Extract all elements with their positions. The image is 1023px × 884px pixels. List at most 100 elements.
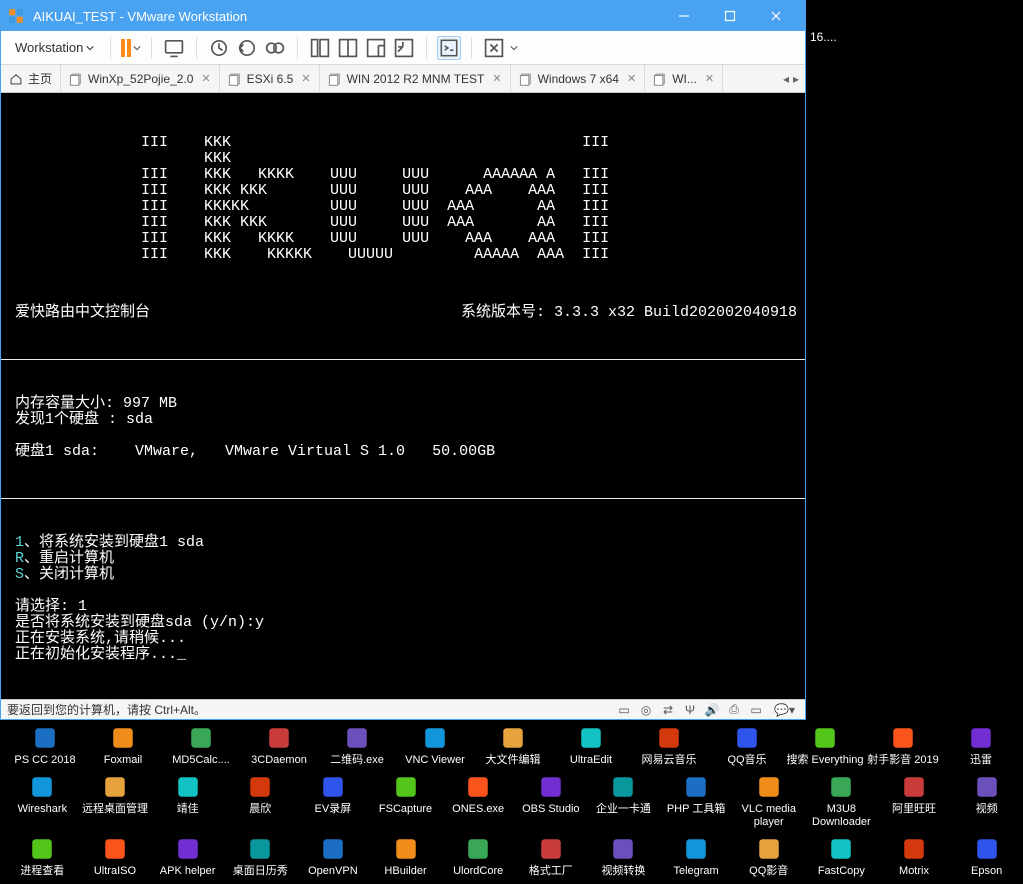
opt2-key: R xyxy=(15,550,24,567)
desktop-icon[interactable]: PS CC 2018 xyxy=(6,724,84,767)
system-info: 内存容量大小: 997 MB 发现1个硬盘 : sda 硬盘1 sda: VMw… xyxy=(1,392,805,466)
desktop-icon[interactable]: UltraEdit xyxy=(552,724,630,767)
desktop-icon[interactable]: M3U8 Downloader xyxy=(805,773,878,829)
workstation-menu[interactable]: Workstation xyxy=(9,36,100,59)
tab-home[interactable]: 主页 xyxy=(1,65,61,92)
desktop-icon[interactable]: Motrix xyxy=(878,835,951,878)
desktop-icon[interactable]: VLC media player xyxy=(732,773,805,829)
minimize-button[interactable] xyxy=(661,1,707,31)
desktop-icon[interactable]: VNC Viewer xyxy=(396,724,474,767)
fullscreen-button[interactable] xyxy=(482,36,506,60)
separator xyxy=(426,37,427,59)
app-icon xyxy=(101,773,129,801)
desktop-icon[interactable]: Foxmail xyxy=(84,724,162,767)
desktop-icon[interactable]: UlordCore xyxy=(442,835,515,878)
tab-label: WIN 2012 R2 MNM TEST xyxy=(347,72,485,86)
desktop-icon[interactable]: Wireshark xyxy=(6,773,79,829)
desktop-icon[interactable]: Telegram xyxy=(660,835,733,878)
desktop-icon[interactable]: 大文件编辑 xyxy=(474,724,552,767)
desktop-icon-label: Wireshark xyxy=(18,803,68,816)
close-icon[interactable]: ✕ xyxy=(492,72,501,85)
tab-vm-3[interactable]: Windows 7 x64✕ xyxy=(511,65,646,92)
manage-snapshot-button[interactable] xyxy=(263,36,287,60)
desktop-icon-label: FastCopy xyxy=(818,865,865,878)
tab-vm-2[interactable]: WIN 2012 R2 MNM TEST ✕ xyxy=(320,65,511,92)
vmware-logo-icon xyxy=(7,7,25,25)
desktop-icon[interactable]: 格式工厂 xyxy=(514,835,587,878)
layout3-button[interactable] xyxy=(364,36,388,60)
desktop-icon[interactable]: APK helper xyxy=(151,835,224,878)
layout1-button[interactable] xyxy=(308,36,332,60)
tab-vm-0[interactable]: WinXp_52Pojie_2.0✕ xyxy=(61,65,220,92)
sheet-icon xyxy=(519,72,533,86)
desktop-icon[interactable]: 视频 xyxy=(950,773,1023,829)
revert-button[interactable] xyxy=(235,36,259,60)
console-view-button[interactable] xyxy=(437,36,461,60)
network-icon[interactable]: ⇄ xyxy=(660,702,676,718)
desktop-icon[interactable]: 视频转换 xyxy=(587,835,660,878)
desktop-icon[interactable]: 晨欣 xyxy=(224,773,297,829)
desktop-icon[interactable]: FastCopy xyxy=(805,835,878,878)
desktop-icon[interactable]: 阿里旺旺 xyxy=(878,773,951,829)
hdd-icon[interactable]: ▭ xyxy=(616,702,632,718)
desktop-icon[interactable]: UltraISO xyxy=(79,835,152,878)
desktop-icon[interactable]: 桌面日历秀 xyxy=(224,835,297,878)
tab-vm-1[interactable]: ESXi 6.5✕ xyxy=(220,65,320,92)
desktop-icon[interactable]: 远程桌面管理 xyxy=(79,773,152,829)
desktop-icon[interactable]: 搜索 Everything xyxy=(786,724,864,767)
close-icon[interactable]: ✕ xyxy=(705,72,714,85)
desktop-icon[interactable]: 迅雷 xyxy=(942,724,1020,767)
close-icon[interactable]: ✕ xyxy=(627,72,636,85)
desktop-icon-label: Motrix xyxy=(899,865,929,878)
desktop-icon[interactable]: 进程查看 xyxy=(6,835,79,878)
tab-scroll-left[interactable]: ◂ xyxy=(783,72,789,86)
layout4-button[interactable] xyxy=(392,36,416,60)
maximize-button[interactable] xyxy=(707,1,753,31)
app-icon xyxy=(246,835,274,863)
desktop-icon[interactable]: 靖佳 xyxy=(151,773,224,829)
app-icon xyxy=(499,724,527,752)
message-icon[interactable]: 💬▾ xyxy=(770,702,799,718)
pause-button[interactable] xyxy=(121,39,141,57)
status-hint: 要返回到您的计算机，请按 Ctrl+Alt。 xyxy=(7,701,206,718)
desktop-icon-label: 大文件编辑 xyxy=(486,754,541,767)
toolbar: Workstation xyxy=(1,31,805,65)
close-icon[interactable]: ✕ xyxy=(301,72,310,85)
printer-icon[interactable]: ⎙ xyxy=(726,702,742,718)
desktop-icon[interactable]: OpenVPN xyxy=(297,835,370,878)
desktop-icon[interactable]: Epson xyxy=(950,835,1023,878)
desktop-icon[interactable]: 企业一卡通 xyxy=(587,773,660,829)
desktop-icon-label: OBS Studio xyxy=(522,803,579,816)
app-icon xyxy=(392,835,420,863)
send-ctrlaltdel-button[interactable] xyxy=(162,36,186,60)
desktop-icon[interactable]: QQ影音 xyxy=(732,835,805,878)
desktop-icon[interactable]: ONES.exe xyxy=(442,773,515,829)
tab-vm-4[interactable]: WI... ✕ xyxy=(645,65,723,92)
desktop-icon[interactable]: 3CDaemon xyxy=(240,724,318,767)
desktop-icon[interactable]: 射手影音 2019 xyxy=(864,724,942,767)
desktop-icon[interactable]: QQ音乐 xyxy=(708,724,786,767)
vm-console[interactable]: III KKK III KKK III KKK KKKK UUU UUU AAA… xyxy=(1,93,805,699)
desktop-icon-label: HBuilder xyxy=(384,865,426,878)
desktop-icon[interactable]: HBuilder xyxy=(369,835,442,878)
tab-scroll-right[interactable]: ▸ xyxy=(793,72,799,86)
desktop-icon[interactable]: 二维码.exe xyxy=(318,724,396,767)
cd-icon[interactable]: ◎ xyxy=(638,702,654,718)
layout2-button[interactable] xyxy=(336,36,360,60)
usb-icon[interactable]: Ψ xyxy=(682,702,698,718)
desktop-icon[interactable]: EV录屏 xyxy=(297,773,370,829)
desktop-icon-label: VNC Viewer xyxy=(405,754,465,767)
desktop-icon[interactable]: OBS Studio xyxy=(514,773,587,829)
desktop-icon[interactable]: 网易云音乐 xyxy=(630,724,708,767)
sound-icon[interactable]: 🔊 xyxy=(704,702,720,718)
close-button[interactable] xyxy=(753,1,799,31)
display-icon[interactable]: ▭ xyxy=(748,702,764,718)
desktop-icon[interactable]: FSCapture xyxy=(369,773,442,829)
tab-label: WI... xyxy=(672,72,697,86)
close-icon[interactable]: ✕ xyxy=(201,72,210,85)
desktop-icon[interactable]: PHP 工具箱 xyxy=(660,773,733,829)
desktop-icon-label: UlordCore xyxy=(453,865,503,878)
snapshot-button[interactable] xyxy=(207,36,231,60)
desktop-icon[interactable]: MD5Calc.... xyxy=(162,724,240,767)
desktop-icon-label: QQ音乐 xyxy=(727,754,766,767)
